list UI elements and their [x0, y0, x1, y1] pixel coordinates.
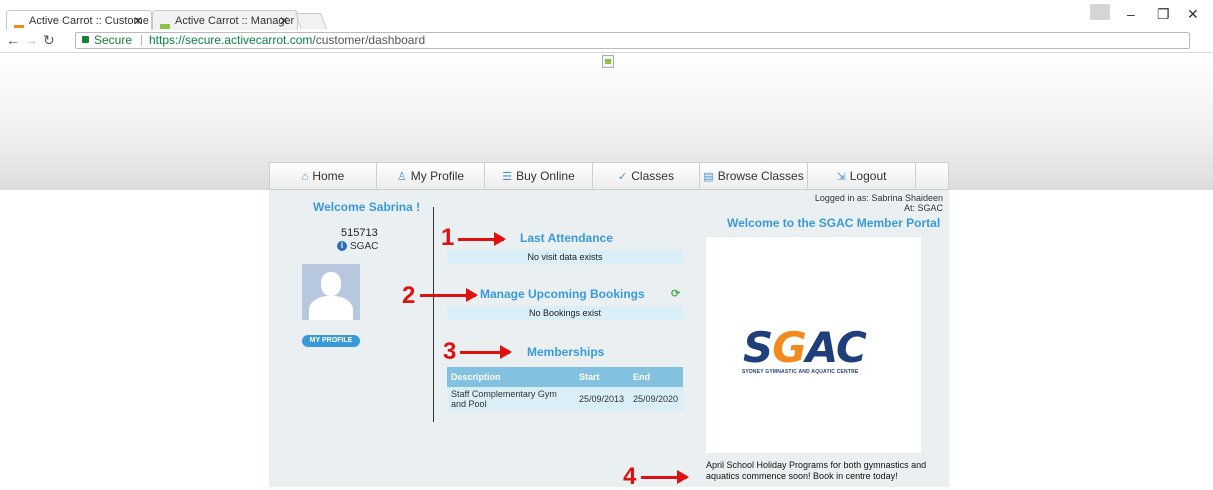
info-icon[interactable]: i	[337, 241, 347, 251]
browser-profile-button[interactable]	[1090, 4, 1110, 20]
url-path: /customer/dashboard	[312, 33, 426, 47]
manage-bookings-title[interactable]: Manage Upcoming Bookings	[480, 287, 645, 301]
user-icon: ♙	[396, 171, 407, 183]
new-tab-button[interactable]	[295, 13, 327, 29]
column-divider	[433, 207, 434, 422]
menu-item-my-profile[interactable]: ♙ My Profile	[377, 163, 485, 189]
cart-icon: ☰	[502, 171, 513, 183]
portal-title: Welcome to the SGAC Member Portal	[727, 216, 941, 230]
memberships-table: Description Start End Staff Complementar…	[447, 367, 683, 411]
menu-item-classes[interactable]: ✓ Classes	[593, 163, 700, 189]
window-close-icon[interactable]: ✕	[1187, 6, 1199, 23]
tab-title: Active Carrot :: Manager	[175, 15, 295, 27]
close-icon[interactable]: ✕	[133, 11, 143, 31]
annotation-arrow	[460, 345, 512, 359]
club-name: SGAC	[350, 241, 379, 252]
menu-label: My Profile	[410, 169, 465, 183]
check-icon: ✓	[618, 171, 628, 183]
logged-in-at: At: SGAC	[903, 203, 943, 213]
menu-item-logout[interactable]: ⇲ Logout	[808, 163, 916, 189]
close-icon[interactable]: ✕	[279, 11, 289, 31]
address-separator	[141, 35, 142, 46]
menu-item-home[interactable]: ⌂ Home	[270, 163, 377, 189]
menu-label: Buy Online	[516, 169, 575, 183]
restore-icon[interactable]: ❐	[1157, 6, 1170, 23]
tab-customer[interactable]: Active Carrot :: Custome ✕	[6, 10, 152, 30]
membership-end: 25/09/2020	[629, 387, 683, 411]
avatar	[302, 264, 360, 320]
sgac-logo: SGAC SYDNEY GYMNASTIC AND AQUATIC CENTRE	[706, 237, 921, 453]
annotation-arrow	[458, 232, 506, 246]
refresh-icon[interactable]: ⟳	[671, 287, 680, 300]
welcome-heading: Welcome Sabrina !	[313, 200, 421, 214]
annotation-number: 2	[402, 282, 416, 309]
column-header: End	[629, 367, 683, 387]
browser-tab-strip: Active Carrot :: Custome ✕ Active Carrot…	[0, 0, 1213, 30]
tab-manager[interactable]: Active Carrot :: Manager ✕	[152, 10, 298, 30]
table-header-row: Description Start End	[447, 367, 683, 387]
lock-icon	[82, 36, 89, 43]
news-text: April School Holiday Programs for both g…	[706, 460, 927, 481]
annotation-arrow	[641, 470, 689, 484]
annotation-arrow	[420, 288, 478, 302]
last-attendance-message: No visit data exists	[447, 250, 683, 264]
menu-label: Browse Classes	[717, 169, 804, 183]
menu-label: Classes	[631, 169, 674, 183]
membership-start: 25/09/2013	[575, 387, 629, 411]
annotation-number: 1	[441, 224, 455, 251]
secure-label: Secure	[94, 33, 133, 47]
browser-toolbar: ← → ↻ Secure https://secure.activecarrot…	[0, 30, 1213, 78]
calendar-icon: ▤	[703, 171, 714, 183]
my-profile-button[interactable]: MY PROFILE	[302, 335, 360, 347]
minimize-icon[interactable]: –	[1127, 6, 1135, 22]
sgac-logo-mark: SGAC	[743, 323, 867, 372]
membership-description: Staff Complementary Gym and Pool	[447, 387, 575, 411]
home-icon: ⌂	[301, 171, 309, 183]
carrot-favicon-icon	[160, 17, 170, 29]
menu-label: Home	[312, 169, 345, 183]
carrot-favicon-icon	[14, 17, 24, 28]
memberships-title: Memberships	[527, 345, 605, 359]
main-menu: ⌂ Home ♙ My Profile ☰ Buy Online ✓ Classes ▤…	[269, 162, 949, 190]
menu-item-buy-online[interactable]: ☰ Buy Online	[485, 163, 593, 189]
logged-in-info: Logged in as: Sabrina Shaideen At: SGAC	[815, 193, 943, 213]
column-header: Start	[575, 367, 629, 387]
menu-item-browse-classes[interactable]: ▤ Browse Classes	[700, 163, 808, 189]
address-bar[interactable]: Secure https://secure.activecarrot.com/c…	[75, 32, 1190, 49]
menu-label: Logout	[849, 169, 887, 183]
bookings-message: No Bookings exist	[447, 306, 683, 320]
broken-image-icon	[602, 55, 614, 68]
logged-in-as: Logged in as: Sabrina Shaideen	[814, 193, 943, 203]
column-header: Description	[447, 367, 575, 387]
url-host: https://secure.activecarrot.com	[149, 33, 313, 47]
dashboard-panel: Welcome Sabrina ! 515713 i SGAC MY PROFI…	[269, 190, 949, 487]
annotation-number: 3	[443, 338, 457, 365]
last-attendance-title[interactable]: Last Attendance	[520, 231, 613, 245]
logo-subtitle: SYDNEY GYMNASTIC AND AQUATIC CENTRE	[742, 369, 859, 375]
forward-icon[interactable]: →	[24, 32, 38, 48]
back-icon[interactable]: ←	[6, 32, 20, 48]
annotation-number: 4	[623, 463, 637, 490]
tab-title: Active Carrot :: Custome	[29, 15, 149, 27]
logout-icon: ⇲	[836, 171, 846, 183]
url-text: https://secure.activecarrot.com/customer…	[149, 33, 425, 48]
member-id: 515713	[341, 227, 378, 239]
table-row: Staff Complementary Gym and Pool 25/09/2…	[447, 387, 683, 411]
reload-icon[interactable]: ↻	[43, 32, 55, 49]
